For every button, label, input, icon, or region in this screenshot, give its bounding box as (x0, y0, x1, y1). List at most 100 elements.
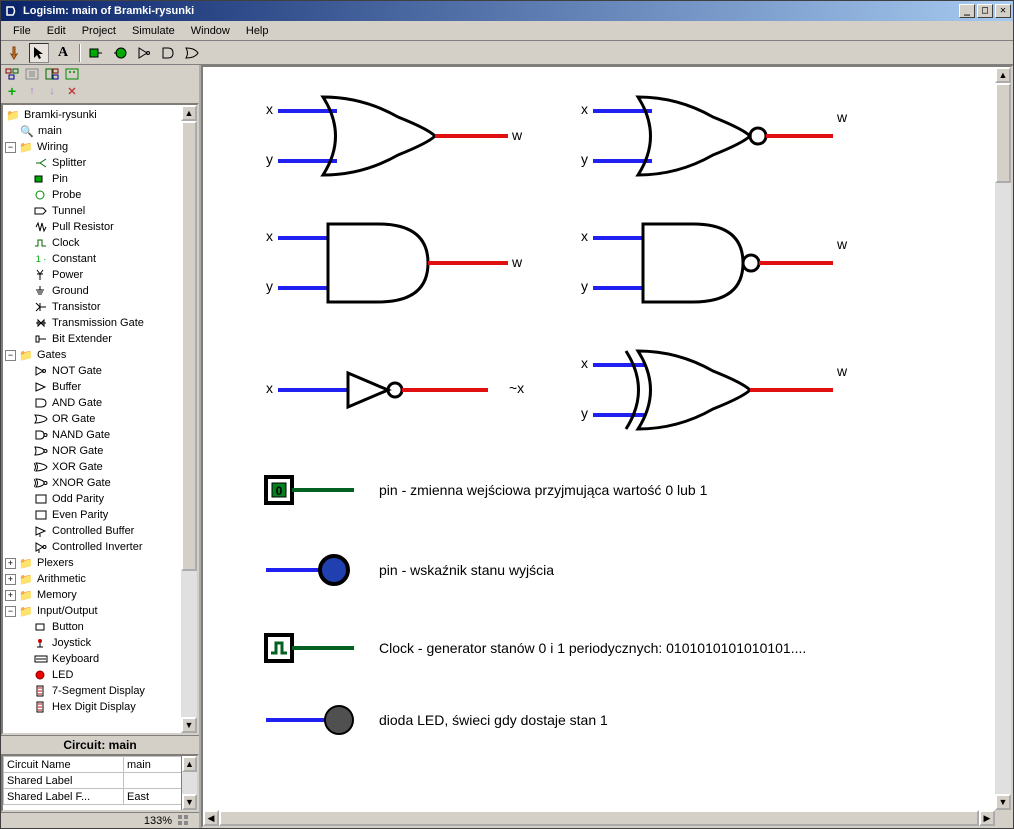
maximize-button[interactable]: □ (977, 4, 993, 18)
or-gate-button[interactable] (182, 43, 202, 63)
scroll-up-icon[interactable]: ▲ (181, 105, 197, 121)
poke-tool-button[interactable] (5, 43, 25, 63)
scroll-right-icon[interactable]: ▶ (979, 810, 995, 826)
table-row[interactable]: Shared Label F...East (4, 789, 197, 805)
select-tool-button[interactable] (29, 43, 49, 63)
tree-clock[interactable]: Clock (5, 235, 195, 251)
tree-transmission-gate[interactable]: Transmission Gate (5, 315, 195, 331)
scroll-down-icon[interactable]: ▼ (995, 794, 1011, 810)
circuit-main-node[interactable]: 🔍 main (5, 123, 195, 139)
plexers-folder[interactable]: + 📁 Plexers (5, 555, 195, 571)
arithmetic-label: Arithmetic (37, 573, 86, 585)
add-circuit-button[interactable]: + (3, 83, 21, 99)
props-scrollbar[interactable]: ▲ ▼ (181, 756, 197, 810)
caret-minus-icon[interactable]: − (5, 142, 16, 153)
caret-plus-icon[interactable]: + (5, 558, 16, 569)
caret-minus-icon[interactable]: − (5, 606, 16, 617)
wiring-label: Wiring (37, 141, 68, 153)
svg-text:y: y (581, 151, 588, 167)
nand-gate-diagram[interactable]: x y w (581, 224, 848, 302)
tree-not-gate[interactable]: NOT Gate (5, 363, 195, 379)
tree-button[interactable]: Button (5, 619, 195, 635)
tree-tunnel[interactable]: Tunnel (5, 203, 195, 219)
menu-window[interactable]: Window (183, 23, 238, 39)
or-gate-diagram[interactable]: x y w (266, 97, 523, 175)
tree-keyboard[interactable]: Keyboard (5, 651, 195, 667)
tree-buffer[interactable]: Buffer (5, 379, 195, 395)
tree-led[interactable]: LED (5, 667, 195, 683)
table-row[interactable]: Circuit Namemain (4, 757, 197, 773)
sidebar-group3-icon[interactable] (43, 66, 61, 82)
scroll-left-icon[interactable]: ◀ (203, 810, 219, 826)
menu-edit[interactable]: Edit (39, 23, 74, 39)
tree-odd-parity[interactable]: Odd Parity (5, 491, 195, 507)
svg-text:w: w (511, 254, 523, 270)
text-tool-button[interactable]: A (53, 43, 73, 63)
tree-pin[interactable]: Pin (5, 171, 195, 187)
minimize-button[interactable]: _ (959, 4, 975, 18)
delete-button[interactable]: ✕ (63, 83, 81, 99)
table-row[interactable]: Shared Label (4, 773, 197, 789)
canvas-vertical-scrollbar[interactable]: ▲ ▼ (995, 67, 1011, 810)
tree-or-gate[interactable]: OR Gate (5, 411, 195, 427)
project-node[interactable]: 📁 Bramki-rysunki (5, 107, 195, 123)
arithmetic-folder[interactable]: + 📁 Arithmetic (5, 571, 195, 587)
sidebar-group4-icon[interactable] (63, 66, 81, 82)
caret-plus-icon[interactable]: + (5, 590, 16, 601)
tree-even-parity[interactable]: Even Parity (5, 507, 195, 523)
tree-scrollbar[interactable]: ▲ ▼ (181, 105, 197, 733)
scroll-up-icon[interactable]: ▲ (995, 67, 1011, 83)
tree-hexdigit[interactable]: Hex Digit Display (5, 699, 195, 715)
tree-controlled-buffer[interactable]: Controlled Buffer (5, 523, 195, 539)
component-tree[interactable]: 📁 Bramki-rysunki 🔍 main − 📁 Wiring Split… (1, 103, 199, 735)
canvas-horizontal-scrollbar[interactable]: ◀ ▶ (203, 810, 995, 826)
zoom-value[interactable]: 133% (144, 815, 172, 827)
tree-power[interactable]: Power (5, 267, 195, 283)
and-gate-button[interactable] (158, 43, 178, 63)
tree-xor-gate[interactable]: XOR Gate (5, 459, 195, 475)
move-down-button[interactable]: ↓ (43, 83, 61, 99)
gates-folder[interactable]: − 📁 Gates (5, 347, 195, 363)
memory-folder[interactable]: + 📁 Memory (5, 587, 195, 603)
menu-simulate[interactable]: Simulate (124, 23, 183, 39)
not-gate-button[interactable] (134, 43, 154, 63)
circuit-diagram[interactable]: x y w x y w (203, 67, 993, 812)
tree-nand-gate[interactable]: NAND Gate (5, 427, 195, 443)
not-gate-diagram[interactable]: x ~x (266, 373, 524, 407)
zoom-grid-icon[interactable] (178, 815, 189, 826)
caret-minus-icon[interactable]: − (5, 350, 16, 361)
scroll-down-icon[interactable]: ▼ (181, 717, 197, 733)
pin-output-button[interactable] (110, 43, 130, 63)
io-folder[interactable]: − 📁 Input/Output (5, 603, 195, 619)
tree-probe[interactable]: Probe (5, 187, 195, 203)
menu-file[interactable]: File (5, 23, 39, 39)
scroll-up-icon[interactable]: ▲ (182, 756, 197, 772)
menu-project[interactable]: Project (74, 23, 124, 39)
nor-gate-diagram[interactable]: x y w (581, 97, 848, 175)
tree-bit-extender[interactable]: Bit Extender (5, 331, 195, 347)
resistor-icon (33, 220, 49, 234)
tree-nor-gate[interactable]: NOR Gate (5, 443, 195, 459)
tree-and-gate[interactable]: AND Gate (5, 395, 195, 411)
sidebar-group2-icon[interactable] (23, 66, 41, 82)
tree-controlled-inverter[interactable]: Controlled Inverter (5, 539, 195, 555)
scroll-down-icon[interactable]: ▼ (182, 794, 197, 810)
and-gate-diagram[interactable]: x y w (266, 224, 523, 302)
pin-input-button[interactable] (86, 43, 106, 63)
caret-plus-icon[interactable]: + (5, 574, 16, 585)
sidebar-group1-icon[interactable] (3, 66, 21, 82)
wiring-folder[interactable]: − 📁 Wiring (5, 139, 195, 155)
close-button[interactable]: ✕ (995, 4, 1011, 18)
tree-transistor[interactable]: Transistor (5, 299, 195, 315)
canvas[interactable]: x y w x y w (201, 65, 1013, 828)
menu-help[interactable]: Help (238, 23, 277, 39)
tree-xnor-gate[interactable]: XNOR Gate (5, 475, 195, 491)
tree-splitter[interactable]: Splitter (5, 155, 195, 171)
tree-pull-resistor[interactable]: Pull Resistor (5, 219, 195, 235)
tree-7seg[interactable]: 7-Segment Display (5, 683, 195, 699)
tree-constant[interactable]: 1 ·Constant (5, 251, 195, 267)
tree-ground[interactable]: Ground (5, 283, 195, 299)
tree-joystick[interactable]: Joystick (5, 635, 195, 651)
move-up-button[interactable]: ↑ (23, 83, 41, 99)
xor-gate-diagram[interactable]: x y w (581, 351, 848, 429)
